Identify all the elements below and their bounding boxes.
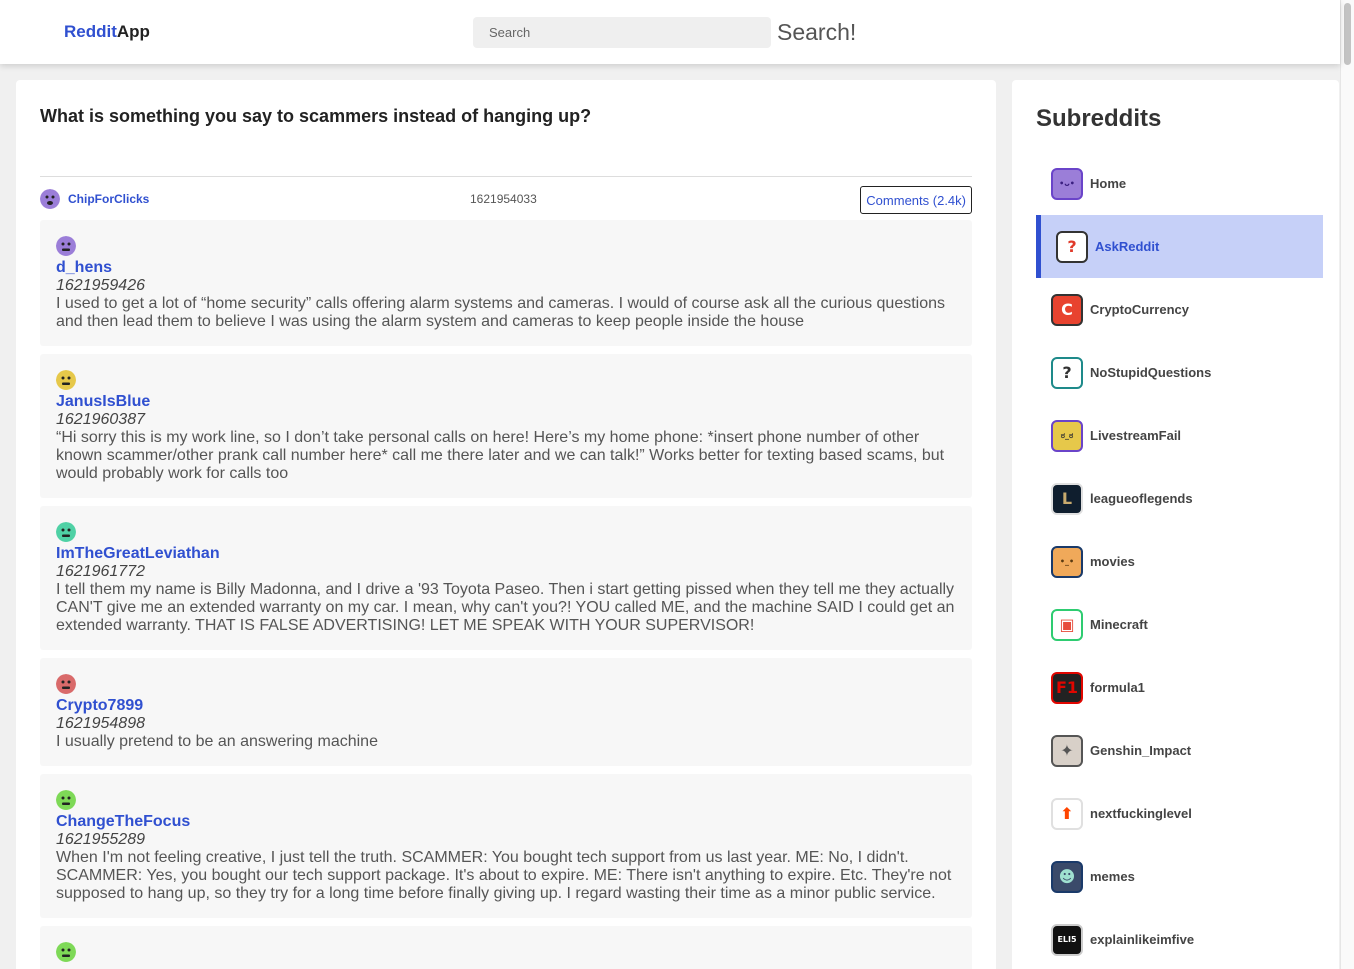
sidebar-item-label: Home bbox=[1090, 176, 1127, 191]
comment-author[interactable]: JanusIsBlue bbox=[56, 393, 956, 411]
comment-card: JanusIsBlue 1621960387 “Hi sorry this is m… bbox=[40, 354, 972, 498]
askreddit-icon: ? bbox=[1056, 230, 1088, 263]
sidebar-item-label: AskReddit bbox=[1095, 239, 1160, 254]
genshin-impact-icon: ✦ bbox=[1051, 734, 1083, 767]
avatar-face-icon bbox=[56, 522, 76, 542]
comment-author[interactable]: ImTheGreatLeviathan bbox=[56, 545, 956, 563]
minecraft-icon: ▣ bbox=[1051, 608, 1083, 641]
avatar-face-icon bbox=[40, 189, 60, 209]
comment-body: I used to get a lot of “home security” c… bbox=[56, 295, 946, 330]
sidebar-item-livestreamfail[interactable]: ಠ_ಠ LivestreamFail bbox=[1036, 404, 1323, 467]
sidebar-item-memes[interactable]: ☻ memes bbox=[1036, 845, 1323, 908]
comment-timestamp: 1621959426 bbox=[56, 277, 145, 294]
comment-timestamp: 1621961772 bbox=[56, 563, 145, 580]
comment-card: d_hens 1621959426 I used to get a lot of “… bbox=[40, 220, 972, 346]
search-button[interactable]: Search! bbox=[777, 17, 856, 48]
comment-timestamp: 1621954898 bbox=[56, 715, 145, 732]
subreddit-sidebar: Subreddits •ᴗ• Home? AskReddit C CryptoCurre… bbox=[1012, 80, 1339, 969]
sidebar-item-label: memes bbox=[1090, 869, 1135, 884]
post-author-avatar bbox=[40, 189, 60, 209]
sidebar-item-minecraft[interactable]: ▣ Minecraft bbox=[1036, 593, 1323, 656]
comment-avatar bbox=[56, 674, 76, 694]
comment-card: ImTheGreatLeviathan 1621961772 I tell them… bbox=[40, 506, 972, 650]
post-author-name[interactable]: ChipForClicks bbox=[68, 192, 149, 206]
comment-list: d_hens 1621959426 I used to get a lot of “… bbox=[40, 220, 972, 969]
comment-body: “Hi sorry this is my work line, so I don… bbox=[56, 429, 945, 482]
sidebar-title: Subreddits bbox=[1036, 105, 1162, 132]
leagueoflegends-icon: L bbox=[1051, 482, 1083, 515]
app-logo[interactable]: RedditApp bbox=[64, 22, 150, 42]
comment-avatar bbox=[56, 370, 76, 390]
scrollbar-thumb[interactable] bbox=[1344, 3, 1351, 65]
sidebar-item-label: LivestreamFail bbox=[1090, 428, 1182, 443]
avatar-face-icon bbox=[56, 790, 76, 810]
comment-card: Crypto7899 1621954898 I usually pretend to… bbox=[40, 658, 972, 766]
memes-icon: ☻ bbox=[1051, 860, 1083, 893]
sidebar-item-label: formula1 bbox=[1090, 680, 1145, 695]
nostupidquestions-icon: ? bbox=[1051, 356, 1083, 389]
comments-button[interactable]: Comments (2.4k) bbox=[860, 186, 972, 214]
cryptocurrency-icon: C bbox=[1051, 293, 1083, 326]
avatar-face-icon bbox=[56, 370, 76, 390]
comment-body: I tell them my name is Billy Madonna, an… bbox=[56, 581, 955, 634]
comment-card bbox=[40, 926, 972, 969]
sidebar-item-askreddit[interactable]: ? AskReddit bbox=[1036, 215, 1323, 278]
comment-author[interactable]: ChangeTheFocus bbox=[56, 813, 956, 831]
sidebar-item-formula1[interactable]: F1 formula1 bbox=[1036, 656, 1323, 719]
comment-avatar bbox=[56, 236, 76, 256]
top-header: RedditApp Search! bbox=[0, 0, 1340, 64]
avatar-face-icon bbox=[56, 236, 76, 256]
sidebar-item-explainlikeimfive[interactable]: ELI5 explainlikeimfive bbox=[1036, 908, 1323, 969]
comment-author[interactable]: Crypto7899 bbox=[56, 697, 956, 715]
sidebar-item-movies[interactable]: •_• movies bbox=[1036, 530, 1323, 593]
sidebar-item-label: movies bbox=[1090, 554, 1135, 569]
formula1-icon: F1 bbox=[1051, 671, 1083, 704]
sidebar-item-genshin-impact[interactable]: ✦ Genshin_Impact bbox=[1036, 719, 1323, 782]
subreddit-list: •ᴗ• Home? AskReddit C CryptoCurrency? NoStupi… bbox=[1036, 152, 1323, 969]
movies-icon: •_• bbox=[1051, 545, 1083, 578]
post-meta: ChipForClicks 1621954033 Comments (2.4k) bbox=[40, 186, 972, 214]
sidebar-item-label: NoStupidQuestions bbox=[1090, 365, 1212, 380]
explainlikeimfive-icon: ELI5 bbox=[1051, 923, 1083, 956]
post-card: What is something you say to scammers in… bbox=[16, 80, 996, 969]
livestreamfail-icon: ಠ_ಠ bbox=[1051, 419, 1083, 452]
comment-timestamp: 1621955289 bbox=[56, 831, 145, 848]
nextfuckinglevel-icon: ⬆ bbox=[1051, 797, 1083, 830]
avatar-face-icon bbox=[56, 674, 76, 694]
page-scrollbar[interactable] bbox=[1340, 0, 1354, 969]
sidebar-item-label: Minecraft bbox=[1090, 617, 1148, 632]
search-input[interactable] bbox=[473, 17, 771, 48]
sidebar-item-label: CryptoCurrency bbox=[1090, 302, 1189, 317]
comment-author[interactable]: d_hens bbox=[56, 259, 956, 277]
avatar-face-icon bbox=[56, 942, 76, 962]
logo-reddit-text: Reddit bbox=[64, 22, 117, 41]
sidebar-item-label: explainlikeimfive bbox=[1090, 932, 1195, 947]
post-divider bbox=[40, 176, 972, 177]
comment-body: When I'm not feeling creative, I just te… bbox=[56, 849, 952, 902]
sidebar-item-label: Genshin_Impact bbox=[1090, 743, 1192, 758]
sidebar-item-leagueoflegends[interactable]: Lleagueoflegends bbox=[1036, 467, 1323, 530]
post-timestamp: 1621954033 bbox=[470, 192, 537, 206]
sidebar-item-cryptocurrency[interactable]: C CryptoCurrency bbox=[1036, 278, 1323, 341]
sidebar-item-label: leagueoflegends bbox=[1090, 491, 1193, 506]
comment-card: ChangeTheFocus 1621955289 When I'm not fee… bbox=[40, 774, 972, 918]
comment-avatar bbox=[56, 942, 76, 962]
sidebar-item-nostupidquestions[interactable]: ? NoStupidQuestions bbox=[1036, 341, 1323, 404]
sidebar-item-nextfuckinglevel[interactable]: ⬆ nextfuckinglevel bbox=[1036, 782, 1323, 845]
sidebar-item-home[interactable]: •ᴗ• Home bbox=[1036, 152, 1323, 215]
sidebar-item-label: nextfuckinglevel bbox=[1090, 806, 1192, 821]
post-title: What is something you say to scammers in… bbox=[40, 106, 592, 126]
comment-body: I usually pretend to be an answering mac… bbox=[56, 733, 378, 750]
home-icon: •ᴗ• bbox=[1051, 167, 1083, 200]
comment-avatar bbox=[56, 522, 76, 542]
comment-avatar bbox=[56, 790, 76, 810]
comment-timestamp: 1621960387 bbox=[56, 411, 145, 428]
logo-app-text: App bbox=[116, 22, 150, 41]
